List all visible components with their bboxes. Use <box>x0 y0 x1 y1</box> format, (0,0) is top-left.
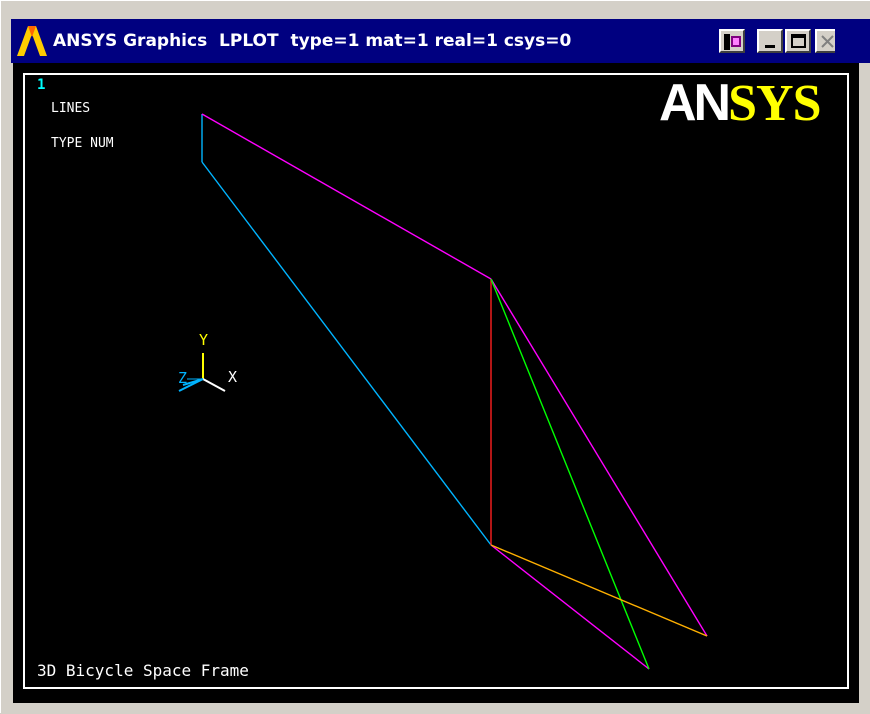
frame-geometry <box>178 113 708 670</box>
triad-label-x: X <box>228 368 238 386</box>
frame-line-magenta-top <box>201 113 492 280</box>
frame-line-magenta-bottom <box>490 544 650 670</box>
frame-line-green <box>490 278 650 670</box>
triad-label-y: Y <box>199 331 209 349</box>
triad-label-z: Z <box>178 369 188 387</box>
plot-caption: 3D Bicycle Space Frame <box>37 661 249 680</box>
frame-line-orange <box>490 544 708 637</box>
frame-line-cyan-long <box>201 161 492 546</box>
ansys-graphics-window: ANSYS Graphics LPLOT type=1 mat=1 real=1… <box>0 0 870 713</box>
frame-line-magenta-right <box>490 278 708 637</box>
